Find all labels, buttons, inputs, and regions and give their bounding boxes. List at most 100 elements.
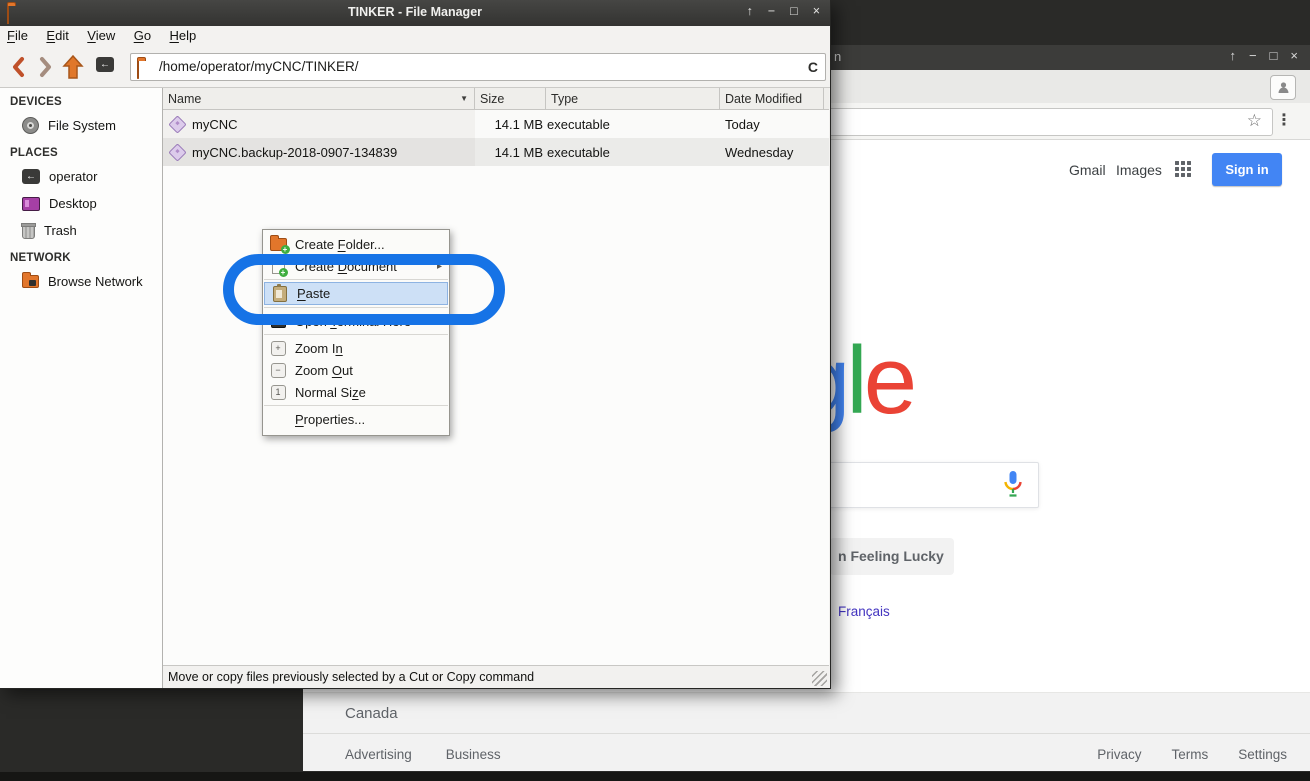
column-header-filler: [824, 88, 829, 110]
fm-minimize-icon[interactable]: −: [768, 4, 775, 18]
sidebar-item-file-system[interactable]: File System: [0, 112, 162, 139]
menu-go[interactable]: Go: [127, 26, 158, 45]
menu-separator: [264, 279, 448, 280]
sort-descending-icon: ▼: [460, 94, 468, 103]
file-row-mycnc-backup[interactable]: myCNC.backup-2018-0907-134839 14.1 MB ex…: [163, 138, 829, 166]
feeling-lucky-button[interactable]: n Feeling Lucky: [830, 538, 954, 575]
column-header-date-modified[interactable]: Date Modified: [720, 88, 824, 110]
menu-item-create-document[interactable]: Create Document ▸: [263, 255, 449, 277]
executable-file-icon: [168, 143, 186, 161]
sidebar-item-desktop[interactable]: Desktop: [0, 190, 162, 217]
browser-unmaximize-icon[interactable]: ↑: [1229, 48, 1236, 63]
footer-link-privacy[interactable]: Privacy: [1097, 747, 1141, 762]
status-bar: Move or copy files previously selected b…: [163, 665, 829, 688]
normal-size-icon: 1: [271, 385, 286, 400]
zoom-in-icon: +: [271, 341, 286, 356]
profile-button[interactable]: [1270, 75, 1296, 100]
language-link-francais[interactable]: Français: [838, 604, 890, 619]
column-header-type[interactable]: Type: [546, 88, 720, 110]
footer-divider: [303, 733, 1310, 734]
person-icon: [1277, 81, 1290, 94]
executable-file-icon: [168, 115, 186, 133]
footer-link-terms[interactable]: Terms: [1171, 747, 1208, 762]
menu-item-paste[interactable]: Paste: [264, 282, 448, 305]
terminal-icon: [271, 315, 286, 328]
menu-view[interactable]: View: [80, 26, 122, 45]
column-header-name[interactable]: Name ▼: [163, 88, 475, 110]
column-header-size[interactable]: Size: [475, 88, 546, 110]
trash-icon: [22, 225, 35, 239]
menu-separator: [264, 334, 448, 335]
up-button[interactable]: [61, 54, 85, 80]
create-folder-icon: [270, 238, 287, 251]
microphone-icon[interactable]: [1002, 470, 1024, 505]
file-manager-window: TINKER - File Manager ↑ − □ × File Edit …: [0, 0, 831, 689]
bookmark-star-icon[interactable]: ☆: [1247, 111, 1262, 131]
browser-minimize-icon[interactable]: −: [1249, 48, 1257, 63]
footer-link-settings[interactable]: Settings: [1238, 747, 1287, 762]
path-folder-icon: [137, 60, 139, 79]
bottom-screen-strip: [0, 772, 1310, 781]
sidebar-item-operator[interactable]: ← operator: [0, 163, 162, 190]
create-document-icon: [272, 259, 285, 274]
toolbar: ← /home/operator/myCNC/TINKER/ C: [0, 46, 830, 88]
paste-clipboard-icon: [273, 286, 287, 302]
sidebar-item-browse-network[interactable]: Browse Network: [0, 268, 162, 295]
menu-item-properties[interactable]: Properties...: [263, 408, 449, 430]
menu-item-create-folder[interactable]: Create Folder...: [263, 233, 449, 255]
sidebar-header-places: PLACES: [0, 139, 162, 163]
fm-unmaximize-icon[interactable]: ↑: [747, 4, 753, 18]
images-link[interactable]: Images: [1116, 162, 1162, 178]
menu-item-normal-size[interactable]: 1 Normal Size: [263, 381, 449, 403]
browser-title-truncated: n: [834, 49, 841, 64]
browser-maximize-icon[interactable]: □: [1270, 48, 1278, 63]
resize-grip[interactable]: [812, 671, 827, 686]
browser-close-icon[interactable]: ×: [1290, 48, 1298, 63]
back-icon: [11, 56, 25, 78]
footer-country: Canada: [345, 705, 398, 722]
home-arrow-icon: ←: [100, 59, 110, 70]
home-button[interactable]: ←: [96, 57, 114, 72]
file-manager-titlebar[interactable]: TINKER - File Manager ↑ − □ ×: [0, 0, 830, 26]
back-button[interactable]: [6, 54, 30, 80]
path-bar[interactable]: /home/operator/myCNC/TINKER/ C: [130, 53, 826, 81]
logo-letter-e: e: [864, 327, 913, 434]
sidebar-header-devices: DEVICES: [0, 88, 162, 112]
apps-grid-icon[interactable]: [1175, 161, 1191, 177]
fm-maximize-icon[interactable]: □: [790, 4, 798, 18]
sidebar-item-trash[interactable]: Trash: [0, 217, 162, 244]
footer-link-advertising[interactable]: Advertising: [345, 747, 412, 762]
status-text: Move or copy files previously selected b…: [168, 670, 534, 684]
up-arrow-icon: [62, 54, 84, 80]
submenu-arrow-icon: ▸: [437, 261, 442, 272]
menu-item-zoom-out[interactable]: − Zoom Out: [263, 359, 449, 381]
refresh-icon[interactable]: C: [808, 54, 818, 80]
menu-bar: File Edit View Go Help: [0, 26, 830, 47]
browser-menu-icon[interactable]: ⋮: [1276, 110, 1292, 130]
sidebar-header-network: NETWORK: [0, 244, 162, 268]
sign-in-button[interactable]: Sign in: [1212, 153, 1282, 186]
forward-button[interactable]: [34, 54, 58, 80]
menu-edit[interactable]: Edit: [39, 26, 75, 45]
list-header: Name ▼ Size Type Date Modified: [163, 88, 829, 110]
file-row-mycnc[interactable]: myCNC 14.1 MB executable Today: [163, 110, 829, 138]
window-title: TINKER - File Manager: [0, 5, 830, 19]
current-path: /home/operator/myCNC/TINKER/: [159, 54, 359, 80]
footer-link-business[interactable]: Business: [446, 747, 501, 762]
zoom-out-icon: −: [271, 363, 286, 378]
google-footer: Canada Advertising Business Privacy Term…: [303, 692, 1310, 771]
menu-separator: [264, 307, 448, 308]
drive-icon: [22, 117, 39, 134]
menu-file[interactable]: File: [0, 26, 35, 45]
context-menu: Create Folder... Create Document ▸ Paste…: [262, 229, 450, 436]
menu-help[interactable]: Help: [163, 26, 204, 45]
gmail-link[interactable]: Gmail: [1069, 162, 1106, 178]
logo-letter-l: l: [846, 327, 863, 434]
desktop-icon: [22, 197, 40, 211]
menu-separator: [264, 405, 448, 406]
menu-item-open-terminal[interactable]: Open Terminal Here: [263, 310, 449, 332]
menu-item-zoom-in[interactable]: + Zoom In: [263, 337, 449, 359]
desktop-background: n ↑ − □ × ☆ ⋮ Gmail Images: [0, 0, 1310, 781]
forward-icon: [39, 56, 53, 78]
fm-close-icon[interactable]: ×: [813, 4, 820, 18]
